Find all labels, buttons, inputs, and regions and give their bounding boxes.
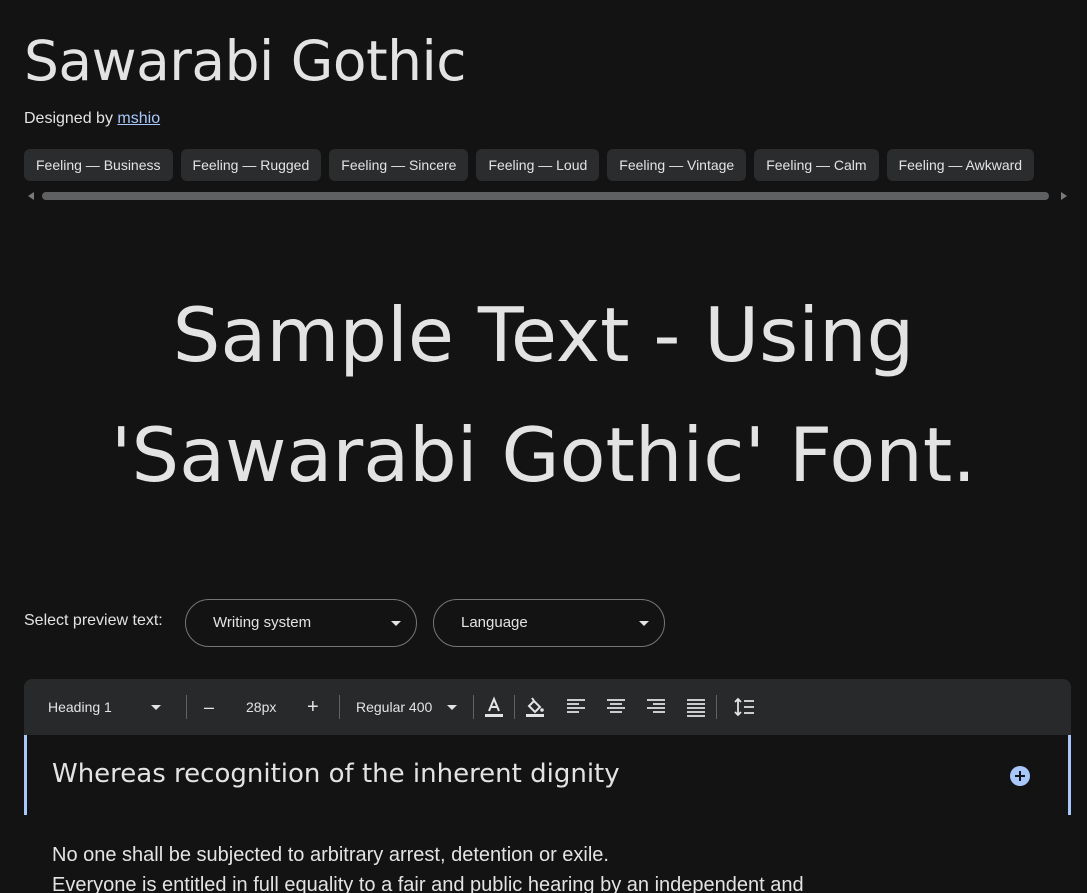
toolbar-divider <box>473 695 474 719</box>
designer-line: Designed by mshio <box>24 110 160 128</box>
chevron-down-icon <box>151 705 161 710</box>
line-height-icon[interactable] <box>730 693 758 721</box>
tag-loud[interactable]: Feeling — Loud <box>476 149 600 181</box>
designed-by-label: Designed by <box>24 110 113 127</box>
tag-list: Feeling — Business Feeling — Rugged Feelin… <box>24 149 1063 181</box>
increase-size-button[interactable]: + <box>307 679 319 735</box>
tag-scrollbar[interactable] <box>24 189 1071 203</box>
scrollbar-thumb[interactable] <box>42 192 1049 200</box>
weight-select[interactable]: Regular 400 <box>350 679 468 735</box>
font-title: Sawarabi Gothic <box>24 29 467 93</box>
chevron-down-icon <box>391 621 401 626</box>
writing-system-value: Writing system <box>213 614 312 631</box>
body-line: Everyone is entitled in full equality to… <box>52 874 804 893</box>
text-color-icon[interactable] <box>480 693 508 721</box>
body-line: No one shall be subjected to arbitrary a… <box>52 844 609 866</box>
font-size-value[interactable]: 28px <box>246 679 276 735</box>
align-justify-icon[interactable] <box>682 693 710 721</box>
toolbar-divider <box>716 695 717 719</box>
language-value: Language <box>461 614 528 631</box>
align-right-icon[interactable] <box>642 693 670 721</box>
style-value: Heading 1 <box>48 699 112 715</box>
tag-sincere[interactable]: Feeling — Sincere <box>329 149 469 181</box>
editor-heading-block[interactable]: Whereas recognition of the inherent dign… <box>24 735 1071 815</box>
preview-text-label: Select preview text: <box>24 612 163 629</box>
tag-calm[interactable]: Feeling — Calm <box>754 149 879 181</box>
style-select[interactable]: Heading 1 <box>24 679 184 735</box>
editor-body-text[interactable]: No one shall be subjected to arbitrary a… <box>52 840 1062 893</box>
weight-value: Regular 400 <box>356 699 433 715</box>
font-page: Sawarabi Gothic Designed by mshio Feelin… <box>0 0 1087 893</box>
tag-rugged[interactable]: Feeling — Rugged <box>180 149 322 181</box>
align-left-icon[interactable] <box>562 693 590 721</box>
editor-heading-text[interactable]: Whereas recognition of the inherent dign… <box>52 759 620 789</box>
toolbar-divider <box>514 695 515 719</box>
toolbar-divider <box>339 695 340 719</box>
scroll-left-arrow-icon[interactable] <box>28 192 34 200</box>
decrease-size-button[interactable]: – <box>204 679 214 735</box>
language-select[interactable]: Language <box>433 599 665 647</box>
editor-toolbar: Heading 1 – 28px + Regular 400 <box>24 679 1071 735</box>
tag-awkward[interactable]: Feeling — Awkward <box>886 149 1035 181</box>
tag-vintage[interactable]: Feeling — Vintage <box>607 149 747 181</box>
align-center-icon[interactable] <box>602 693 630 721</box>
chevron-down-icon <box>447 705 457 710</box>
highlight-color-icon[interactable] <box>521 693 549 721</box>
scroll-right-arrow-icon[interactable] <box>1061 192 1067 200</box>
designer-link[interactable]: mshio <box>117 110 160 127</box>
add-block-icon[interactable] <box>1010 766 1030 786</box>
sample-text: Sample Text - Using 'Sawarabi Gothic' Fo… <box>110 291 977 499</box>
writing-system-select[interactable]: Writing system <box>185 599 417 647</box>
chevron-down-icon <box>639 621 649 626</box>
toolbar-divider <box>186 695 187 719</box>
tag-business[interactable]: Feeling — Business <box>24 149 173 181</box>
